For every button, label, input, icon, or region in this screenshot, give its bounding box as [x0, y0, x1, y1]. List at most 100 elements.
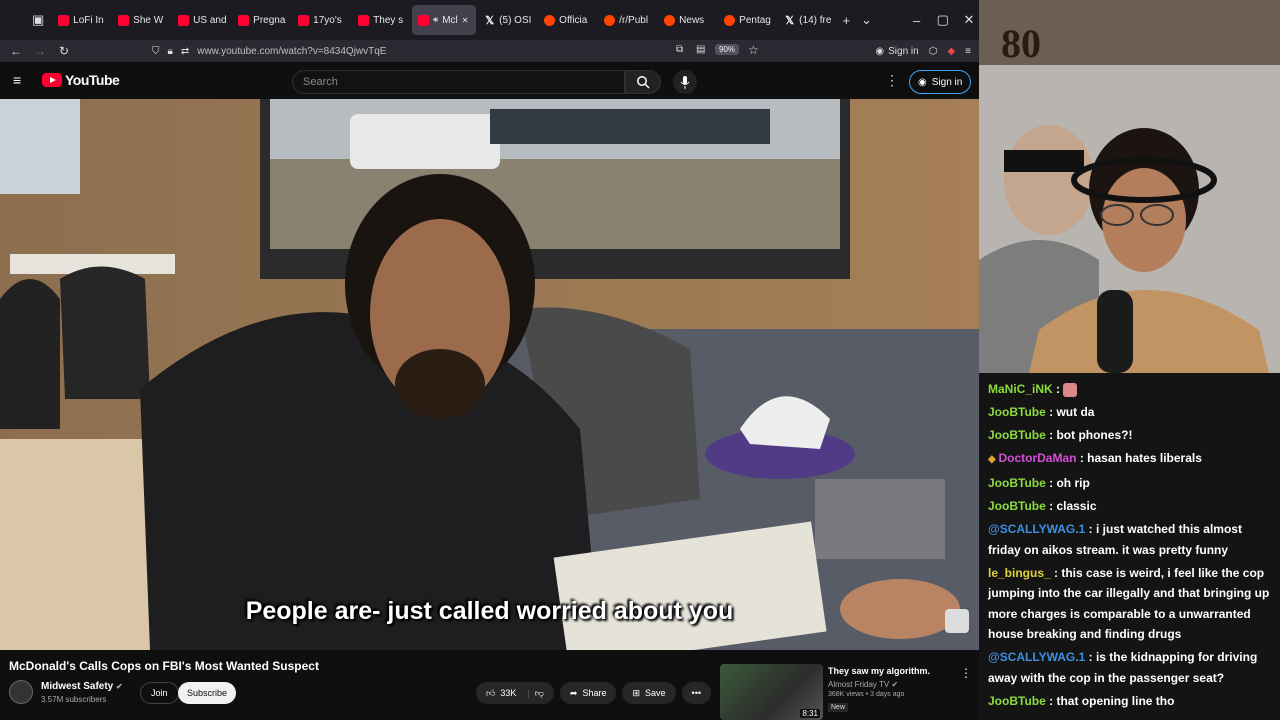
tab-label: Officia [559, 14, 588, 26]
chat-username[interactable]: JooBTube [988, 476, 1046, 490]
youtube-signin-label: Sign in [931, 76, 963, 88]
chat-username[interactable]: JooBTube [988, 499, 1046, 513]
settings-kebab-icon[interactable]: ⋮ [885, 72, 899, 89]
youtube-signin-button[interactable]: ◉ Sign in [909, 70, 972, 94]
chat-message: JooBTube : that opening line tho [988, 691, 1276, 712]
like-button[interactable]: 👍︎ 33K | 👎︎ [476, 682, 554, 704]
chat-message: ◆ DoctorDaMan : hasan hates liberals [988, 448, 1276, 471]
channel-name[interactable]: Midwest Safety ✔ [41, 681, 123, 692]
video-frame [0, 99, 979, 650]
browser-tab[interactable]: US and [172, 5, 230, 35]
lock-icon[interactable]: 🔒︎ [168, 46, 173, 57]
browser-tab[interactable]: She W [112, 5, 170, 35]
guide-menu-icon[interactable]: ≡ [13, 73, 27, 87]
back-icon[interactable]: ← [4, 44, 28, 58]
permissions-icon[interactable]: ⇄ [181, 46, 189, 57]
chat-text: classic [1056, 499, 1097, 513]
stream-overlay-count: 80 [1001, 21, 1041, 66]
youtube-play-icon [42, 73, 62, 87]
chat-text: that opening line tho [1056, 693, 1175, 708]
browser-tab[interactable]: 𝕏 (14) fre [778, 5, 836, 35]
thumbs-down-icon[interactable]: 👎︎ [535, 688, 544, 699]
chat-message: @SCALLYWAG.1 : i just watched this almos… [988, 519, 1276, 560]
x-icon: 𝕏 [485, 14, 495, 27]
search-icon [637, 76, 650, 89]
subscribe-button[interactable]: Subscribe [178, 682, 237, 704]
extension-badge-icon[interactable]: ◆ [947, 46, 955, 57]
browser-tab[interactable]: Pregna [232, 5, 290, 35]
youtube-icon [418, 14, 430, 26]
recommended-title[interactable]: They saw my algorithm. [828, 666, 930, 676]
chat-text: bot phones?! [1056, 428, 1133, 442]
bookmark-star-icon[interactable]: ☆ [748, 43, 759, 57]
youtube-icon [178, 14, 190, 26]
chat-separator: : [1085, 650, 1096, 664]
chat-username[interactable]: MaNiC_iNK [988, 382, 1053, 396]
video-player[interactable]: People are- just called worried about yo… [0, 99, 979, 650]
close-tab-icon[interactable]: ✕ [462, 16, 469, 25]
close-window-icon[interactable]: ✕ [959, 12, 979, 28]
tab-label: (14) fre [799, 14, 832, 26]
account-button[interactable]: ◉ Sign in [875, 46, 918, 57]
extensions-icon[interactable]: ⬡ [929, 46, 938, 57]
recommended-channel-name: Almost Friday TV [828, 680, 890, 689]
browser-tab[interactable]: 🔊︎ Mcl ✕ [412, 5, 477, 35]
reload-icon[interactable]: ↻ [52, 44, 76, 58]
save-button[interactable]: ⊞ Save [622, 682, 676, 704]
chat-separator: : [1045, 499, 1057, 513]
browser-tab[interactable]: /r/Publ [598, 5, 656, 35]
browser-tab[interactable]: 𝕏 (5) OSI [478, 5, 536, 35]
zoom-level[interactable]: 90% [715, 44, 740, 55]
search-button[interactable] [625, 70, 661, 94]
browser-tab[interactable]: LoFi In [52, 5, 110, 35]
speaker-icon[interactable]: 🔊︎ [433, 15, 438, 25]
chat-message: @SCALLYWAG.1 : is the kidnapping for dri… [988, 647, 1276, 688]
minimize-icon[interactable]: – [907, 13, 927, 28]
chat-separator: : [1050, 565, 1062, 580]
chat-text: wut da [1056, 405, 1095, 419]
video-details: McDonald's Calls Cops on FBI's Most Want… [0, 650, 979, 720]
save-label: Save [645, 688, 666, 698]
picture-in-picture-icon[interactable]: ⧉ [676, 44, 683, 55]
browser-tab[interactable]: Pentag [718, 5, 776, 35]
streamer-webcam: 80 [979, 0, 1280, 373]
youtube-logo[interactable]: YouTube [42, 72, 120, 88]
join-button[interactable]: Join [140, 682, 179, 704]
app-menu-icon[interactable]: ≡ [965, 46, 971, 57]
chat-username[interactable]: DoctorDaMan [998, 451, 1076, 465]
chat-separator: : [1076, 451, 1088, 465]
chat-username[interactable]: @SCALLYWAG.1 [988, 522, 1085, 536]
tab-label: She W [133, 14, 164, 26]
chat-username[interactable]: JooBTube [988, 694, 1046, 708]
forward-icon[interactable]: → [28, 44, 52, 58]
recommended-video[interactable]: 8:31 They saw my algorithm. Almost Frida… [720, 664, 980, 720]
voice-search-button[interactable] [673, 70, 697, 94]
shield-icon[interactable]: ⛉ [152, 46, 160, 57]
maximize-icon[interactable]: ▢ [933, 12, 953, 28]
user-icon: ◉ [918, 76, 927, 88]
browser-tab[interactable]: Officia [538, 5, 596, 35]
url-text[interactable]: www.youtube.com/watch?v=8434QjwvTqE [197, 46, 386, 57]
tab-overview-icon[interactable]: ▣ [28, 12, 48, 28]
new-tab-icon[interactable]: + [836, 13, 856, 28]
chat-username[interactable]: JooBTube [988, 428, 1046, 442]
browser-tab[interactable]: News [658, 5, 716, 35]
chat-username[interactable]: JooBTube [988, 405, 1046, 419]
browser-tab[interactable]: 17yo's [292, 5, 350, 35]
chat-username[interactable]: @SCALLYWAG.1 [988, 650, 1085, 664]
list-tabs-icon[interactable]: ⌄ [856, 12, 876, 28]
more-actions-button[interactable]: ••• [681, 682, 711, 704]
share-button[interactable]: ➦ Share [559, 682, 617, 704]
search-input[interactable]: Search [292, 70, 625, 94]
youtube-icon [298, 14, 310, 26]
recommended-thumbnail[interactable]: 8:31 [720, 664, 823, 720]
share-icon: ➦ [569, 687, 578, 698]
chat-username[interactable]: le_bingus_ [988, 566, 1051, 580]
channel-avatar[interactable] [9, 680, 33, 704]
tab-label: Pregna [253, 14, 286, 26]
reader-view-icon[interactable]: ▤ [696, 44, 705, 55]
channel-subscriber-count: 3.57M subscribers [41, 695, 107, 704]
browser-tab[interactable]: They s [352, 5, 410, 35]
recommended-kebab-icon[interactable]: ⋮ [960, 666, 972, 680]
nav-right-tools: ◉ Sign in ⬡ ◆ ≡ [875, 40, 971, 62]
